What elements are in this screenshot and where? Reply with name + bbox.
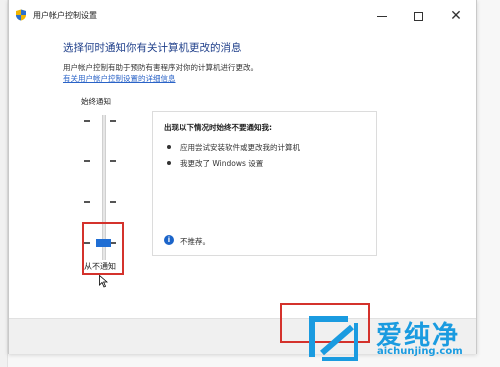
- not-recommended-note: 不推荐。: [180, 237, 210, 246]
- window-title: 用户帐户控制设置: [33, 11, 97, 20]
- slider-tick-left: [84, 160, 90, 162]
- minimize-icon: [377, 15, 387, 17]
- bullet-icon: [167, 145, 171, 149]
- shield-icon: [16, 9, 26, 21]
- panel-list-item: 应用尝试安装软件或更改我的计算机: [180, 143, 300, 152]
- info-panel: 出现以下情况时始终不要通知我: 应用尝试安装软件或更改我的计算机 我更改了 Wi…: [152, 111, 377, 256]
- info-icon: i: [164, 235, 174, 245]
- maximize-button[interactable]: [404, 4, 432, 28]
- title-bar: 用户帐户控制设置 ✕: [9, 0, 476, 31]
- close-icon: ✕: [450, 8, 462, 24]
- page-heading: 选择何时通知你有关计算机更改的消息: [63, 42, 242, 54]
- slider-bottom-label: 从不通知: [84, 262, 116, 271]
- watermark-logo: [309, 316, 358, 361]
- panel-list-item: 我更改了 Windows 设置: [180, 159, 264, 168]
- slider-tick-right: [110, 120, 116, 122]
- slider-tick-left: [84, 201, 90, 203]
- description-text: 用户帐户控制有助于预防有害程序对你的计算机进行更改。: [63, 63, 258, 72]
- maximize-icon: [413, 11, 423, 21]
- slider-tick-right: [110, 201, 116, 203]
- minimize-button[interactable]: [368, 4, 396, 28]
- uac-help-link[interactable]: 有关用户帐户控制设置的详细信息: [63, 73, 176, 84]
- uac-settings-window: 用户帐户控制设置 ✕ 选择何时通知你有关计算机更改的消息 用户帐户控制有助于预防…: [8, 0, 477, 354]
- desktop-background: [0, 0, 8, 367]
- mouse-cursor-icon: [99, 275, 108, 288]
- slider-tick-left: [84, 120, 90, 122]
- slider-tick-right: [110, 160, 116, 162]
- slider-top-label: 始终通知: [81, 97, 111, 106]
- close-button[interactable]: ✕: [442, 4, 470, 28]
- panel-title: 出现以下情况时始终不要通知我:: [164, 123, 272, 132]
- watermark-url: aichunjing.com: [377, 346, 463, 357]
- bullet-icon: [167, 161, 171, 165]
